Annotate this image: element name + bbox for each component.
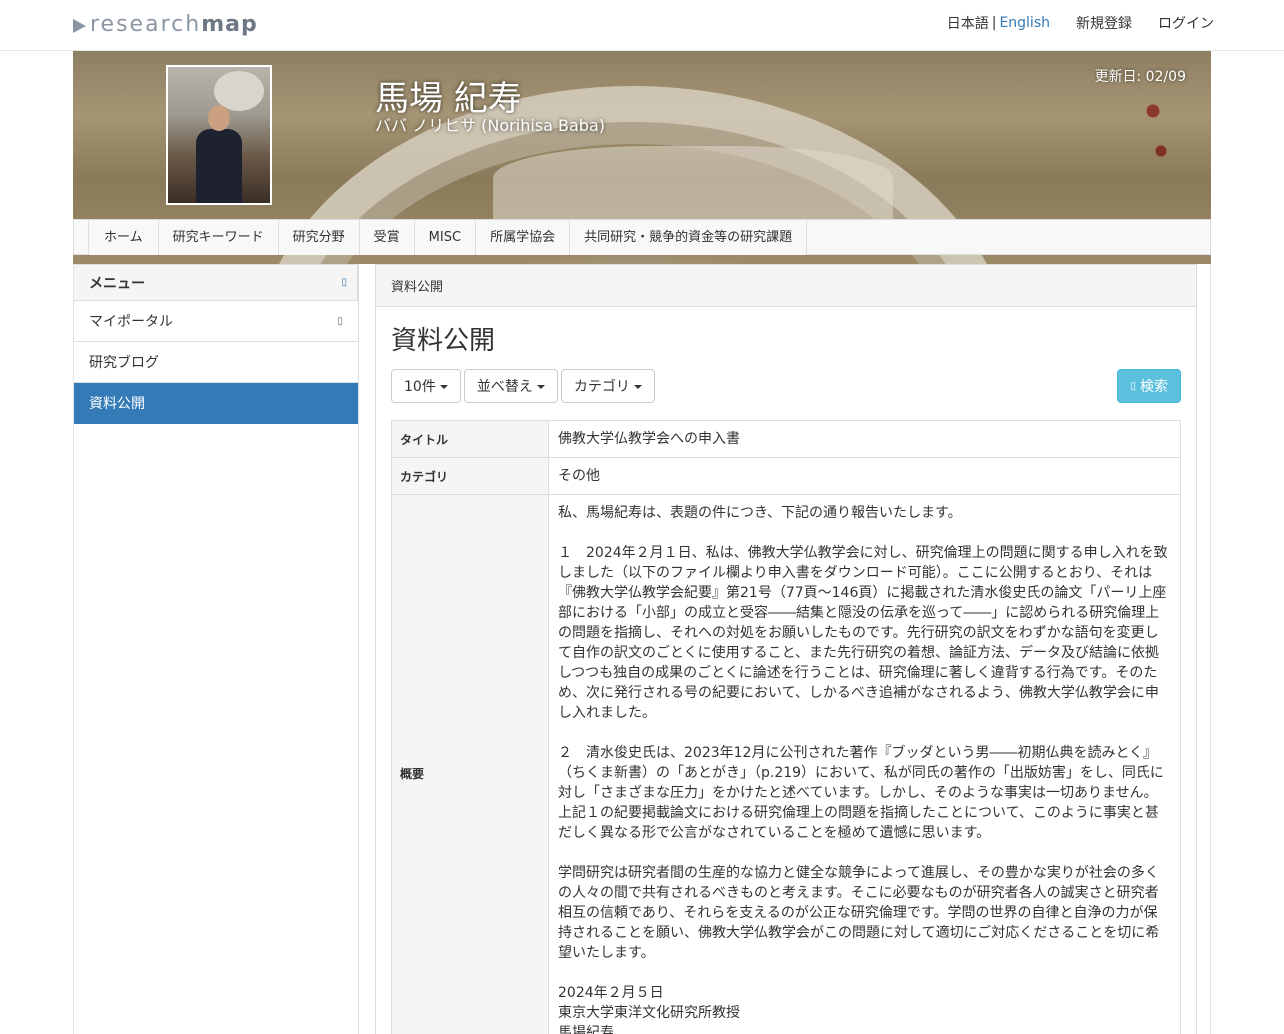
tab-research-areas[interactable]: 研究分野 [278,220,360,255]
sort-dropdown[interactable]: 並べ替え [463,369,558,403]
summary-signature: 2024年２月５日 東京大学東洋文化研究所教授 馬場紀寿 [558,985,740,1034]
sidebar-title: メニュー [89,275,145,292]
sidebar-item-label: 資料公開 [89,396,145,412]
summary-paragraph: １ 2024年２月１日、私は、佛教大学仏教学会に対し、研究倫理上の問題に関する申… [558,545,1168,721]
top-links: 日本語 | English 新規登録 ログイン [947,13,1214,33]
logo-text-light: research [90,12,202,37]
sidebar-item-label: マイポータル [89,314,173,330]
sidebar-item-label: 研究ブログ [89,355,159,371]
breadcrumb: 資料公開 [376,265,1196,307]
count-dropdown[interactable]: 10件 [391,369,461,403]
arrow-right-icon: ▯ [337,315,343,327]
top-navbar: research map 日本語 | English 新規登録 ログイン [0,0,1284,51]
lang-japanese[interactable]: 日本語 [947,13,989,33]
summary-paragraph: ２ 清水俊史氏は、2023年12月に公刊された著作『ブッダという男――初期仏典を… [558,745,1164,841]
tab-awards[interactable]: 受賞 [359,220,415,255]
category-label: カテゴリ [391,457,549,495]
researcher-name-kana: ババ ノリヒサ (Norihisa Baba) [375,116,605,135]
title-value: 佛教大学仏教学会への申入書 [548,420,1181,458]
filter-buttons: 10件 並べ替え カテゴリ [391,369,658,403]
login-link[interactable]: ログイン [1158,13,1214,33]
content-panel: 資料公開 資料公開 10件 並べ替え カテゴリ ▯ 検索 タイトル 佛教大学仏教… [375,264,1197,1034]
tab-societies[interactable]: 所属学協会 [476,220,571,255]
tab-research-keywords[interactable]: 研究キーワード [158,220,279,255]
tab-misc[interactable]: MISC [414,220,477,255]
count-dropdown-label: 10件 [404,379,436,395]
caret-down-icon [633,385,642,389]
sidebar-item-my-portal[interactable]: マイポータル ▯ [74,301,358,342]
table-row: タイトル 佛教大学仏教学会への申入書 [391,420,1181,458]
category-value: その他 [548,457,1181,495]
search-button[interactable]: ▯ 検索 [1117,369,1181,403]
search-button-label: 検索 [1140,379,1168,395]
summary-label: 概要 [391,494,549,1034]
summary-paragraph: 学問研究は研究者間の生産的な協力と健全な競争によって進展し、その豊かな実りが社会… [558,865,1160,961]
search-icon: ▯ [1130,380,1136,392]
banner-relief-carving [493,146,893,226]
summary-paragraph: 私、馬場紀寿は、表題の件につき、下記の通り報告いたします。 [558,505,962,521]
lang-english-link[interactable]: English [999,15,1050,31]
title-label: タイトル [391,420,549,458]
sort-dropdown-label: 並べ替え [476,379,533,395]
sidebar-header[interactable]: メニュー ▯ [74,264,358,301]
sidebar-item-research-blog[interactable]: 研究ブログ [74,342,358,383]
sidebar-item-documents[interactable]: 資料公開 [74,383,358,424]
register-link[interactable]: 新規登録 [1076,13,1132,33]
summary-value: 私、馬場紀寿は、表題の件につき、下記の通り報告いたします。 １ 2024年２月１… [548,494,1181,1034]
lang-separator: | [991,15,997,31]
researchmap-logo[interactable]: research map [73,12,258,37]
caret-down-icon [439,385,448,389]
page-title: 資料公開 [391,326,496,356]
table-row: カテゴリ その他 [391,457,1181,495]
sidebar: メニュー ▯ マイポータル ▯ 研究ブログ 資料公開 [74,264,359,1034]
category-dropdown[interactable]: カテゴリ [560,369,655,403]
logo-text-bold: map [201,12,258,37]
tab-research-projects[interactable]: 共同研究・競争的資金等の研究課題 [570,220,808,255]
chevron-icon: ▯ [341,277,347,288]
caret-down-icon [536,385,545,389]
table-row: 概要 私、馬場紀寿は、表題の件につき、下記の通り報告いたします。 １ 2024年… [391,494,1181,1034]
profile-tabs: ホーム 研究キーワード 研究分野 受賞 MISC 所属学協会 共同研究・競争的資… [73,219,1211,255]
category-dropdown-label: カテゴリ [573,379,630,395]
document-detail-table: タイトル 佛教大学仏教学会への申入書 カテゴリ その他 概要 私、馬場紀寿は、表… [391,420,1181,1034]
main-area: メニュー ▯ マイポータル ▯ 研究ブログ 資料公開 資料公開 資料公開 10件… [73,264,1211,1034]
tab-home[interactable]: ホーム [88,220,159,255]
logo-play-icon [73,18,86,33]
update-date: 更新日: 02/09 [1094,69,1186,85]
avatar [166,65,272,205]
